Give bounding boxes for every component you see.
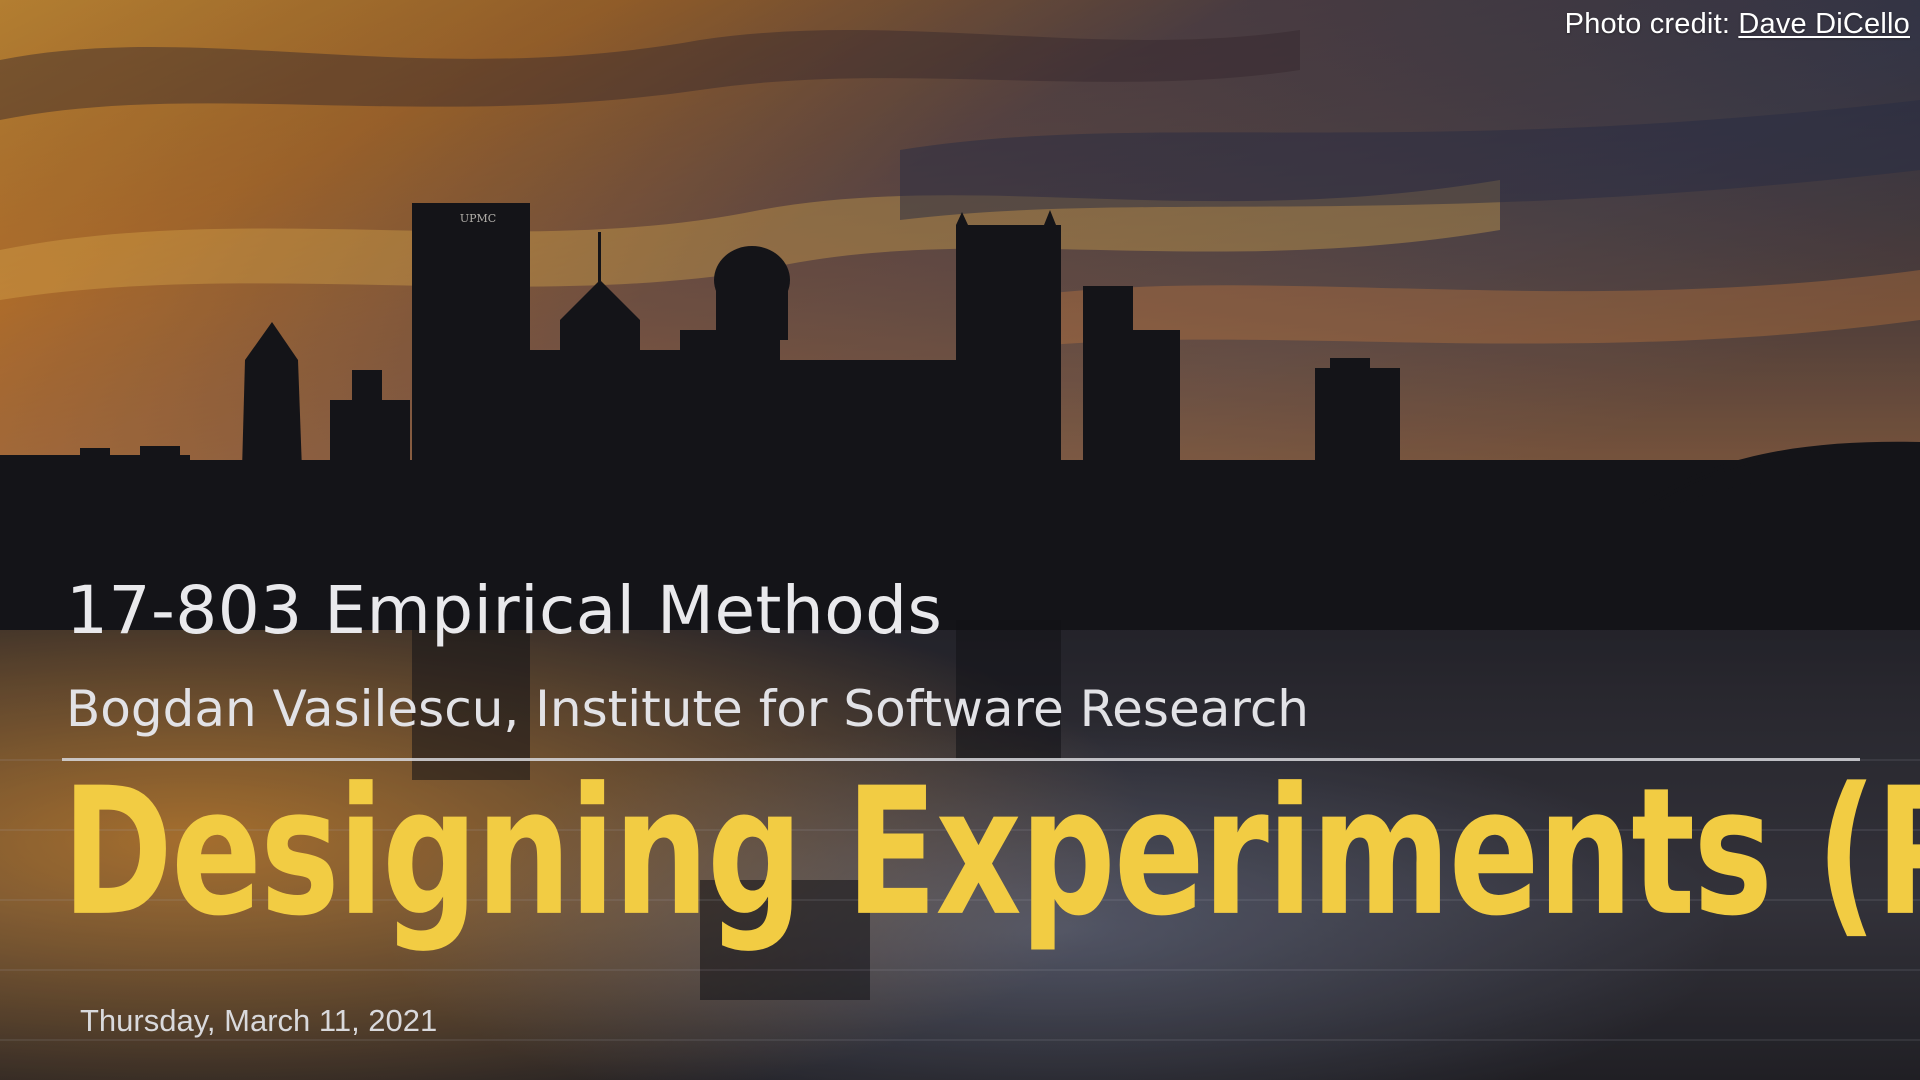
author-line: Bogdan Vasilescu, Institute for Software… bbox=[66, 680, 1309, 738]
lecture-title: Designing Experiments (Part I) bbox=[62, 749, 1920, 955]
lecture-date: Thursday, March 11, 2021 bbox=[80, 1003, 438, 1038]
photo-credit: Photo credit: Dave DiCello bbox=[1565, 8, 1910, 41]
title-slide: UPMC Photo credit: Dave DiCello 17-803 E… bbox=[0, 0, 1920, 1080]
photo-credit-link[interactable]: Dave DiCello bbox=[1738, 8, 1910, 40]
course-title: 17-803 Empirical Methods bbox=[66, 572, 943, 649]
photo-credit-prefix: Photo credit: bbox=[1564, 8, 1731, 40]
